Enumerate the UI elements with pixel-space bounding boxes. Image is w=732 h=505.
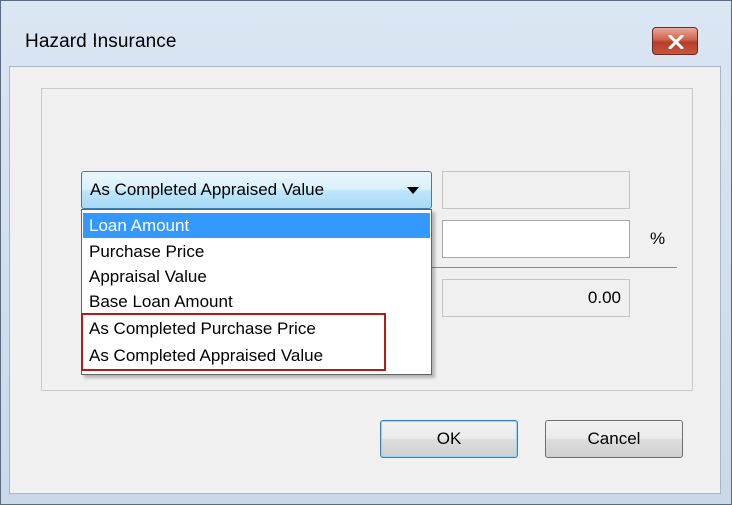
callout-highlight-box (81, 313, 386, 371)
percent-symbol: % (650, 229, 666, 248)
dialog-title: Hazard Insurance (25, 31, 177, 52)
close-icon (668, 35, 684, 49)
close-button[interactable] (652, 27, 698, 55)
total-field: 0.00 (442, 279, 630, 317)
basis-combo-value: As Completed Appraised Value (90, 180, 325, 199)
hazard-insurance-dialog: Hazard Insurance As Completed Appraised … (0, 0, 732, 505)
cancel-button[interactable]: Cancel (545, 420, 683, 458)
total-value: 0.00 (587, 288, 621, 307)
ok-button[interactable]: OK (380, 420, 518, 458)
option-base-loan-amount[interactable]: Base Loan Amount (83, 289, 430, 314)
chevron-down-icon (407, 187, 419, 194)
option-loan-amount[interactable]: Loan Amount (83, 213, 430, 238)
basis-combo-box[interactable]: As Completed Appraised Value (81, 171, 432, 209)
amount-field (442, 171, 630, 209)
separator-line (432, 267, 677, 268)
percent-field[interactable] (442, 220, 630, 258)
option-appraisal-value[interactable]: Appraisal Value (83, 264, 430, 289)
option-purchase-price[interactable]: Purchase Price (83, 239, 430, 264)
